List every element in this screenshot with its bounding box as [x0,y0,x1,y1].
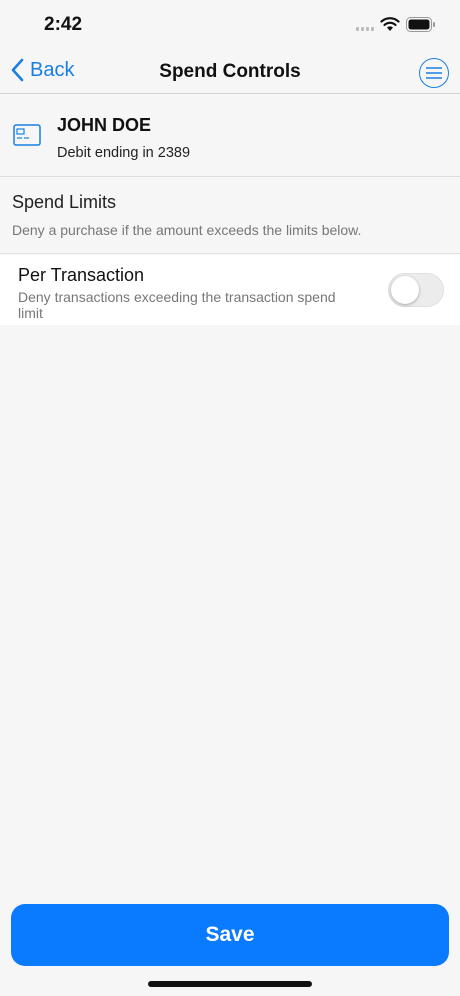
section-title: Spend Limits [12,192,117,212]
save-button[interactable]: Save [11,904,449,966]
page-title: Spend Controls [159,61,301,82]
per-transaction-row: Per Transaction Deny transactions exceed… [0,255,460,325]
section-description: Deny a purchase if the amount exceeds th… [12,222,362,238]
spend-controls-screen: 2:42 Back Spend Controls JOHN DOE Debit … [0,0,460,996]
card-icon [13,124,41,146]
per-transaction-toggle[interactable] [388,273,444,307]
wifi-icon [380,17,400,31]
menu-button[interactable] [419,58,449,88]
status-bar: 2:42 [0,0,460,50]
signal-icon [356,25,376,31]
home-indicator [148,981,312,987]
card-holder-name: JOHN DOE [57,115,152,135]
status-time: 2:42 [44,14,83,35]
toggle-knob [391,276,419,304]
menu-lines-icon [426,67,442,79]
spend-limits-section: Spend Limits Deny a purchase if the amou… [0,178,460,254]
per-transaction-title: Per Transaction [18,265,145,285]
nav-bar: Back Spend Controls [0,50,460,94]
battery-icon [406,17,435,32]
card-description: Debit ending in 2389 [57,145,191,161]
card-header: JOHN DOE Debit ending in 2389 [0,95,460,177]
per-transaction-description: Deny transactions exceeding the transact… [18,289,336,321]
